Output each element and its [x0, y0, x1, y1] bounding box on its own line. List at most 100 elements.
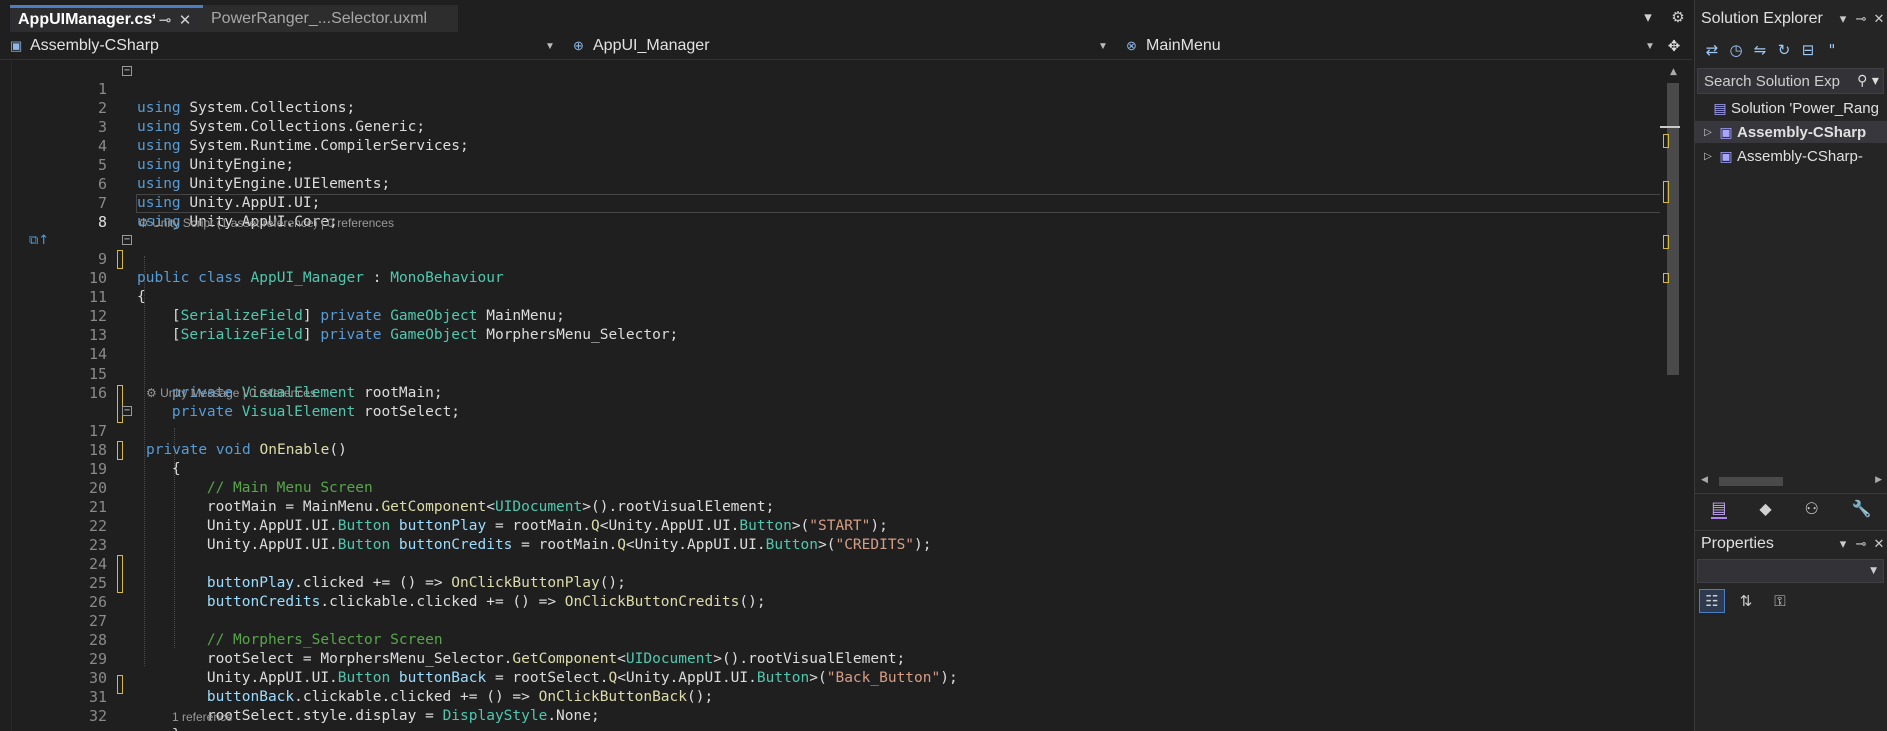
code-line: 27 // Morphers_Selector Screen — [12, 593, 1660, 648]
close-icon[interactable]: ✕ — [175, 11, 195, 29]
properties-toolbar: ☷ ⇅ ⚿ — [1699, 589, 1793, 613]
project-label: Assembly-CSharp — [30, 37, 159, 54]
tabstrip-actions: ▾ ⚙ — [1638, 8, 1688, 26]
code-line: 1 using System.Collections; — [12, 61, 1660, 116]
tab-overflow-icon[interactable]: ▾ — [1638, 8, 1658, 26]
chevron-down-icon: ▼ — [1645, 40, 1655, 52]
code-editor[interactable]: AppUIManager.cs* ⊸ ✕ PowerRanger_...Sele… — [0, 0, 1692, 731]
code-line: 6 using Unity.AppUI.UI; — [12, 156, 1660, 211]
solution-explorer-toolbar: ⇄ ◷ ⇋ ↻ ⊟ " — [1695, 36, 1887, 64]
properties-header: Properties ▾ ⊸ ✕ — [1695, 531, 1887, 557]
code-line: 9 public class AppUI_Manager : MonoBehav… — [12, 231, 1660, 286]
code-line: 16 private VisualElement rootSelect; — [12, 365, 1660, 420]
tab-powerranger-selector[interactable]: PowerRanger_...Selector.uxml — [203, 5, 458, 32]
code-line: 7 using Unity.AppUI.Core; — [12, 175, 1660, 230]
tree-item-assembly-csharp[interactable]: ▷ ▣ Assembly-CSharp — [1695, 121, 1887, 143]
alphabetical-icon[interactable]: ⇅ — [1733, 589, 1759, 613]
tree-item-solution[interactable]: ▤ Solution 'Power_Rang — [1695, 97, 1887, 119]
change-overview-marker — [1663, 181, 1669, 203]
pin-icon[interactable]: ⊸ — [1852, 11, 1870, 27]
search-input[interactable] — [1704, 72, 1853, 90]
code-line: 32 } — [12, 688, 1660, 731]
split-icon: ✥ — [1667, 38, 1681, 55]
codelens-references[interactable]: 1 reference — [172, 709, 233, 725]
horizontal-scrollbar[interactable]: ◀ ▶ — [1695, 473, 1887, 491]
tree-item-assembly-csharp-editor[interactable]: ▷ ▣ Assembly-CSharp- — [1695, 145, 1887, 167]
solution-explorer-tab-icon[interactable]: ▤ — [1711, 498, 1727, 519]
member-label: MainMenu — [1146, 37, 1221, 54]
code-text-area[interactable]: − − − 1 using System.Collections; 2 usin… — [12, 61, 1660, 731]
code-line: 12 [SerializeField] private GameObject M… — [12, 288, 1660, 343]
scroll-left-icon[interactable]: ◀ — [1701, 475, 1708, 485]
close-icon[interactable]: ✕ — [1870, 11, 1887, 27]
code-line: 20 rootMain = MainMenu.GetComponent<UIDo… — [12, 460, 1660, 515]
categorized-icon[interactable]: ☷ — [1699, 589, 1725, 613]
code-line: 19 // Main Menu Screen — [12, 441, 1660, 496]
line-number: 8 — [97, 213, 107, 231]
scroll-right-icon[interactable]: ▶ — [1875, 475, 1882, 485]
chevron-down-icon[interactable]: ▾ — [1834, 11, 1852, 27]
scroll-up-icon[interactable]: ▲ — [1670, 67, 1677, 77]
property-pages-icon[interactable]: ⚿ — [1767, 589, 1793, 613]
sync-icon[interactable]: ⇋ — [1751, 41, 1769, 59]
git-changes-tab-icon[interactable]: ◆ — [1759, 499, 1771, 518]
code-line: 11 [SerializeField] private GameObject M… — [12, 269, 1660, 324]
project-dropdown[interactable]: ▣ Assembly-CSharp ▼ — [0, 34, 560, 58]
code-line: 30 buttonBack.clickable.clicked += () =>… — [12, 650, 1660, 705]
tree-item-label: Solution 'Power_Rang — [1731, 99, 1879, 117]
tab-appuimanager[interactable]: AppUIManager.cs* ⊸ ✕ — [10, 5, 203, 32]
refresh-icon[interactable]: ↻ — [1775, 41, 1793, 59]
collapse-all-icon[interactable]: ⊟ — [1799, 41, 1817, 59]
switch-views-icon[interactable]: ⇄ — [1703, 41, 1721, 59]
more-icon[interactable]: " — [1823, 41, 1841, 59]
team-explorer-tab-icon[interactable]: ⚇ — [1804, 499, 1818, 518]
vertical-scrollbar[interactable]: ▲ — [1660, 61, 1692, 731]
code-line: 29 Unity.AppUI.UI.Button buttonBack = ro… — [12, 631, 1660, 686]
field-icon: ⊗ — [1126, 38, 1137, 53]
split-window-button[interactable]: ✥ — [1664, 34, 1690, 58]
properties-object-select[interactable]: ▼ — [1697, 559, 1884, 583]
pin-icon[interactable]: ⊸ — [1852, 536, 1870, 552]
line-number: 32 — [88, 707, 107, 725]
tab-label: AppUIManager.cs* — [18, 11, 155, 28]
close-icon[interactable]: ✕ — [1870, 536, 1887, 552]
codelens-references[interactable]: ⚙ Unity Message | 0 references — [146, 385, 316, 401]
member-dropdown[interactable]: ⊗ MainMenu ▼ — [1116, 34, 1660, 58]
code-line: 24 buttonPlay.clicked += () => OnClickBu… — [12, 536, 1660, 591]
code-line: 4 using UnityEngine; — [12, 118, 1660, 173]
solution-search-box[interactable]: ⚲ ▾ — [1697, 68, 1884, 94]
csharp-project-icon: ▣ — [1719, 147, 1733, 164]
chevron-down-icon: ▼ — [1870, 566, 1877, 576]
scrollbar-thumb[interactable] — [1719, 477, 1783, 486]
expand-icon[interactable]: ▷ — [1701, 127, 1715, 138]
navigation-bar: ▣ Assembly-CSharp ▼ ⊕ AppUI_Manager ▼ ⊗ … — [0, 32, 1692, 60]
solution-icon: ▤ — [1713, 99, 1727, 116]
code-line: 28 rootSelect = MorphersMenu_Selector.Ge… — [12, 612, 1660, 667]
code-line: 18 { — [12, 422, 1660, 477]
chevron-down-icon[interactable]: ▾ — [1834, 536, 1852, 552]
chevron-down-icon: ▼ — [545, 40, 555, 52]
solution-explorer-tabs: ▤ ◆ ⚇ 🔧 — [1695, 493, 1887, 523]
code-line: 21 Unity.AppUI.UI.Button buttonPlay = ro… — [12, 479, 1660, 534]
solution-explorer-panel: Solution Explorer ▾ ⊸ ✕ ⇄ ◷ ⇋ ↻ ⊟ " ⚲ ▾ … — [1694, 0, 1887, 530]
type-dropdown[interactable]: ⊕ AppUI_Manager ▼ — [563, 34, 1113, 58]
solution-explorer-header: Solution Explorer ▾ ⊸ ✕ — [1695, 6, 1887, 32]
wrench-icon[interactable]: 🔧 — [1852, 499, 1872, 518]
code-line-current[interactable]: 8 — [12, 194, 1660, 231]
gear-icon[interactable]: ⚙ — [1668, 8, 1688, 26]
search-icon[interactable]: ⚲ ▾ — [1853, 73, 1883, 89]
code-line: 25 buttonCredits.clickable.clicked += ()… — [12, 555, 1660, 610]
chevron-down-icon: ▼ — [1098, 40, 1108, 52]
tree-item-label: Assembly-CSharp- — [1737, 147, 1863, 165]
class-icon: ⊕ — [573, 38, 584, 53]
type-label: AppUI_Manager — [593, 37, 710, 54]
history-icon[interactable]: ◷ — [1727, 41, 1745, 59]
code-line: 17 private void OnEnable() — [12, 403, 1660, 458]
expand-icon[interactable]: ▷ — [1701, 151, 1715, 162]
code-line: 31 rootSelect.style.display = DisplaySty… — [12, 669, 1660, 724]
change-overview-marker — [1663, 273, 1669, 283]
change-overview-marker — [1663, 235, 1669, 249]
codelens-references[interactable]: ⚙ Unity Script (1 asset reference) | 0 r… — [138, 215, 394, 231]
panel-title: Properties — [1701, 535, 1774, 552]
pin-icon[interactable]: ⊸ — [155, 11, 175, 29]
